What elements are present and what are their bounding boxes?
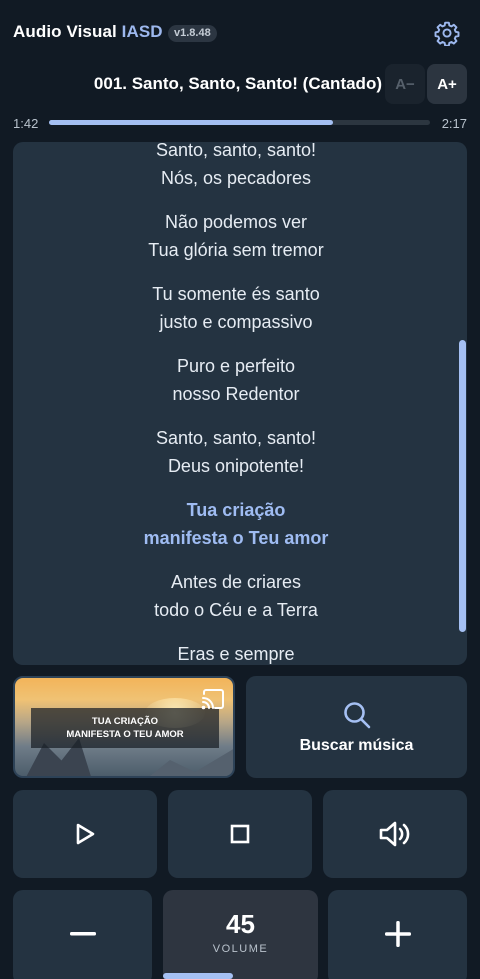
preview-background-hill bbox=[135, 748, 233, 776]
play-icon bbox=[76, 823, 95, 845]
app-title-accent: IASD bbox=[121, 22, 163, 41]
volume-icon bbox=[379, 821, 410, 847]
lyric-line: Não podemos ver bbox=[164, 212, 308, 232]
minus-icon bbox=[69, 932, 96, 936]
volume-value: 45 bbox=[226, 909, 255, 939]
lyric-line: nosso Redentor bbox=[172, 384, 300, 404]
font-increase-button[interactable]: A+ bbox=[427, 64, 467, 104]
gear-icon[interactable] bbox=[434, 20, 460, 46]
lyric-stanza[interactable]: Santo, santo, santo! Nós, os pecadores bbox=[13, 142, 459, 192]
lyric-stanza[interactable]: Antes de criares todo o Céu e a Terra bbox=[13, 568, 459, 624]
lyric-line: Nós, os pecadores bbox=[160, 168, 312, 188]
lyric-line: Santo, santo, santo! bbox=[155, 428, 317, 448]
projection-preview[interactable]: TUA CRIAÇÃO MANIFESTA O TEU AMOR bbox=[13, 676, 235, 778]
preview-caption: TUA CRIAÇÃO MANIFESTA O TEU AMOR bbox=[31, 708, 219, 748]
volume-decrease-button[interactable] bbox=[13, 890, 152, 979]
total-time: 2:17 bbox=[441, 116, 467, 131]
lyrics-panel[interactable]: Santo, santo, santo! Nós, os pecadores Não… bbox=[13, 142, 467, 665]
stop-icon bbox=[230, 824, 250, 844]
plus-icon bbox=[384, 921, 411, 947]
app-header: Audio Visual IASD v1.8.48 bbox=[0, 0, 480, 66]
lyric-stanza[interactable]: Santo, santo, santo! Deus onipotente! bbox=[13, 424, 459, 480]
lyric-line: Tu somente és santo bbox=[152, 284, 320, 304]
volume-level-bar bbox=[163, 973, 233, 979]
progress-bar[interactable] bbox=[49, 120, 430, 125]
version-badge: v1.8.48 bbox=[168, 25, 217, 42]
lyric-line: manifesta o Teu amor bbox=[143, 528, 329, 548]
app-title-text: Audio Visual bbox=[13, 22, 122, 41]
lyric-stanza[interactable]: Tu somente és santo justo e compassivo bbox=[13, 280, 459, 336]
lyric-line: Puro e perfeito bbox=[176, 356, 296, 376]
song-title: 001. Santo, Santo, Santo! (Cantado) bbox=[93, 74, 382, 93]
preview-caption-line2: MANIFESTA O TEU AMOR bbox=[66, 729, 184, 740]
preview-caption-line1: TUA CRIAÇÃO bbox=[91, 716, 159, 727]
lyric-line: justo e compassivo bbox=[159, 312, 313, 332]
lyric-line: Eras e sempre bbox=[177, 644, 295, 664]
lyric-line: Antes de criares bbox=[170, 572, 302, 592]
lyrics-scrollbar[interactable] bbox=[459, 340, 466, 632]
progress-fill bbox=[49, 120, 333, 125]
search-icon bbox=[344, 702, 371, 729]
stop-button[interactable] bbox=[168, 790, 312, 878]
app-title: Audio Visual IASD bbox=[13, 22, 163, 42]
lyric-stanza[interactable]: Puro e perfeito nosso Redentor bbox=[13, 352, 459, 408]
search-music-button[interactable]: Buscar música bbox=[246, 676, 467, 778]
lyric-stanza[interactable]: Eras e sempre bbox=[13, 640, 459, 665]
search-label: Buscar música bbox=[299, 737, 414, 754]
font-decrease-button[interactable]: A− bbox=[385, 64, 425, 104]
lyric-line: Deus onipotente! bbox=[167, 456, 305, 476]
current-time: 1:42 bbox=[13, 116, 39, 131]
lyric-line: todo o Céu e a Terra bbox=[154, 600, 318, 620]
volume-increase-button[interactable] bbox=[328, 890, 467, 979]
lyric-line: Tua glória sem tremor bbox=[148, 240, 324, 260]
lyrics-list: Santo, santo, santo! Nós, os pecadores Não… bbox=[13, 142, 459, 665]
lyric-line: Tua criação bbox=[186, 500, 286, 520]
play-button[interactable] bbox=[13, 790, 157, 878]
lyric-stanza[interactable]: Não podemos ver Tua glória sem tremor bbox=[13, 208, 459, 264]
cast-icon[interactable] bbox=[201, 688, 225, 710]
lyric-stanza-active[interactable]: Tua criação manifesta o Teu amor bbox=[13, 496, 459, 552]
lyric-line: Santo, santo, santo! bbox=[155, 142, 317, 160]
volume-button[interactable] bbox=[323, 790, 467, 878]
volume-display: 45 VOLUME bbox=[163, 890, 318, 979]
volume-caption: VOLUME bbox=[212, 943, 269, 955]
